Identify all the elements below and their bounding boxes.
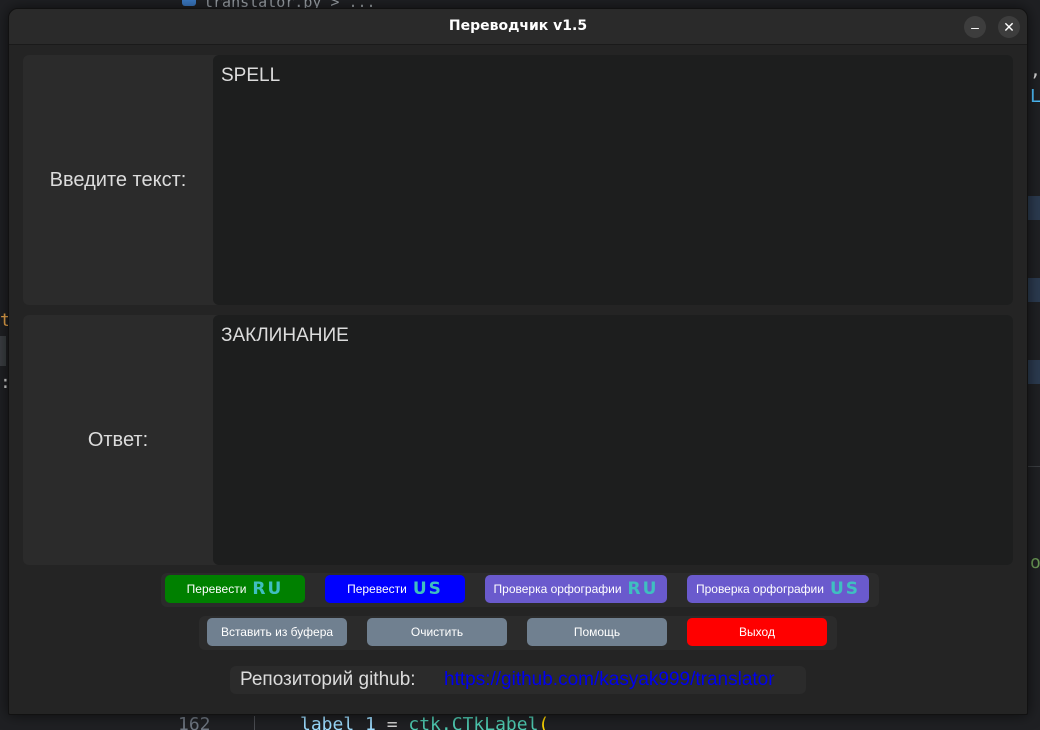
code-operator: =	[375, 716, 409, 730]
editor-right-divider	[1028, 466, 1040, 467]
button-label: Перевести	[186, 582, 247, 596]
ru-flag-icon: RU	[252, 579, 284, 599]
spellcheck-ru-button[interactable]: Проверка орфографии RU	[485, 575, 667, 603]
editor-right-highlight	[1028, 278, 1040, 302]
translate-ru-button[interactable]: Перевести RU	[165, 575, 305, 603]
clear-button[interactable]: Очистить	[367, 618, 507, 646]
output-panel: Ответ: ЗАКЛИНАНИЕ	[23, 315, 1013, 565]
translator-window: Переводчик v1.5 – ✕ Введите текст: SPELL…	[8, 8, 1028, 715]
translate-us-button[interactable]: Перевести US	[325, 575, 465, 603]
action-button-row: Вставить из буфера Очистить Помощь Выход	[199, 616, 837, 650]
spellcheck-us-button[interactable]: Проверка орфографии US	[687, 575, 869, 603]
editor-right-highlight	[1028, 196, 1040, 220]
input-textbox[interactable]: SPELL	[213, 55, 1013, 305]
repository-label: Репозиторий github:	[240, 669, 416, 690]
window-title: Переводчик v1.5	[448, 18, 588, 34]
repository-bar: Репозиторий github: https://github.com/k…	[230, 666, 806, 694]
paste-button[interactable]: Вставить из буфера	[207, 618, 347, 646]
us-flag-icon: US	[829, 579, 861, 599]
us-flag-icon: US	[412, 579, 443, 599]
code-text: label_1 = ctk.CTkLabel(	[300, 716, 549, 730]
minimize-button[interactable]: –	[964, 16, 986, 38]
repository-link[interactable]: https://github.com/kasyak999/translator	[444, 669, 775, 691]
button-label: Перевести	[347, 582, 407, 596]
editor-right-highlight	[1028, 360, 1040, 384]
ru-flag-icon: RU	[627, 579, 659, 599]
editor-right-glyph: o	[1030, 552, 1040, 573]
input-label: Введите текст:	[49, 168, 187, 191]
code-variable: label_1	[300, 716, 376, 730]
input-panel: Введите текст: SPELL	[23, 55, 1013, 305]
translate-button-row: Перевести RU Перевести US Проверка орфог…	[161, 573, 879, 607]
editor-code-line: 162 label_1 = ctk.CTkLabel(	[0, 716, 1040, 730]
editor-right-glyph: ,	[1030, 60, 1040, 81]
editor-right-glyph: L	[1030, 86, 1040, 107]
python-file-icon	[182, 0, 196, 6]
code-paren: (	[538, 716, 550, 730]
button-label: Проверка орфографии	[493, 582, 622, 596]
close-button[interactable]: ✕	[998, 16, 1020, 38]
editor-left-highlight	[0, 336, 6, 366]
indent-guide	[254, 716, 255, 730]
code-call: ctk.CTkLabel	[408, 716, 539, 730]
help-button[interactable]: Помощь	[527, 618, 667, 646]
button-label: Проверка орфографии	[695, 582, 824, 596]
line-number: 162	[178, 716, 211, 730]
exit-button[interactable]: Выход	[687, 618, 827, 646]
output-label: Ответ:	[87, 428, 149, 451]
titlebar[interactable]: Переводчик v1.5 – ✕	[9, 9, 1027, 45]
output-textbox[interactable]: ЗАКЛИНАНИЕ	[213, 315, 1013, 565]
